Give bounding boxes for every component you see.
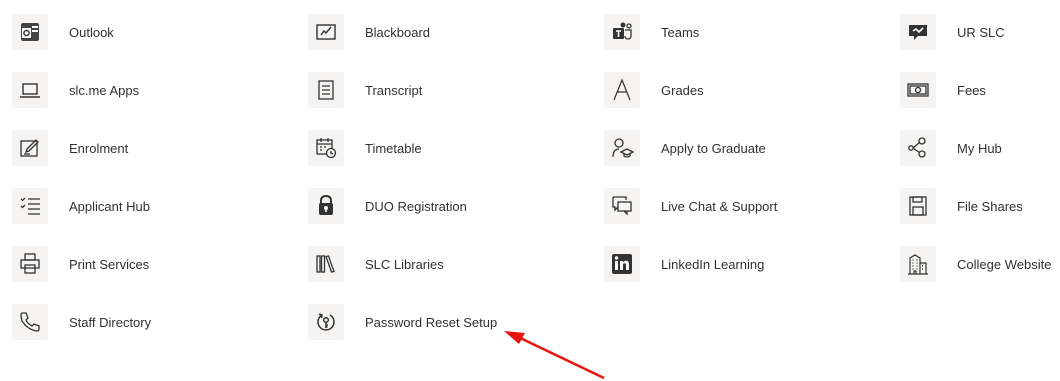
app-label: Fees bbox=[957, 82, 986, 98]
app-tile-apply-to-graduate[interactable]: Apply to Graduate bbox=[604, 128, 766, 168]
save-icon bbox=[900, 188, 936, 224]
app-label: Grades bbox=[661, 82, 704, 98]
hub-icon bbox=[900, 130, 936, 166]
app-label: DUO Registration bbox=[365, 198, 467, 214]
app-tile-duo-registration[interactable]: DUO Registration bbox=[308, 186, 467, 226]
app-tile-enrolment[interactable]: Enrolment bbox=[12, 128, 128, 168]
app-label: Enrolment bbox=[69, 140, 129, 156]
app-label: slc.me Apps bbox=[69, 82, 140, 98]
app-label: Applicant Hub bbox=[69, 198, 150, 214]
app-tile-applicant-hub[interactable]: Applicant Hub bbox=[12, 186, 150, 226]
app-label: UR SLC bbox=[957, 24, 1005, 40]
app-tile-grades[interactable]: Grades bbox=[604, 70, 704, 110]
library-icon bbox=[308, 246, 344, 282]
chat-icon bbox=[604, 188, 640, 224]
app-label: Outlook bbox=[69, 24, 114, 40]
ur-slc-icon bbox=[900, 14, 936, 50]
app-tile-file-shares[interactable]: File Shares bbox=[900, 186, 1023, 226]
blackboard-icon bbox=[308, 14, 344, 50]
app-tile-staff-directory[interactable]: Staff Directory bbox=[12, 302, 151, 342]
laptop-icon bbox=[12, 72, 48, 108]
app-tile-blackboard[interactable]: Blackboard bbox=[308, 12, 430, 52]
password-reset-icon bbox=[308, 304, 344, 340]
app-tile-password-reset-setup[interactable]: Password Reset Setup bbox=[308, 302, 497, 342]
app-label: Live Chat & Support bbox=[661, 198, 778, 214]
money-icon bbox=[900, 72, 936, 108]
app-label: File Shares bbox=[957, 198, 1023, 214]
app-label: Password Reset Setup bbox=[365, 314, 498, 330]
app-label: Timetable bbox=[365, 140, 422, 156]
app-label: Teams bbox=[661, 24, 700, 40]
app-tile-timetable[interactable]: Timetable bbox=[308, 128, 422, 168]
app-label: My Hub bbox=[957, 140, 1002, 156]
app-label: Transcript bbox=[365, 82, 423, 98]
app-tile-my-hub[interactable]: My Hub bbox=[900, 128, 1002, 168]
app-tile-live-chat-support[interactable]: Live Chat & Support bbox=[604, 186, 777, 226]
grades-icon bbox=[604, 72, 640, 108]
graduate-icon bbox=[604, 130, 640, 166]
app-tile-college-website[interactable]: College Website bbox=[900, 244, 1051, 284]
lock-icon bbox=[308, 188, 344, 224]
app-tile-transcript[interactable]: Transcript bbox=[308, 70, 422, 110]
app-label: LinkedIn Learning bbox=[661, 256, 765, 272]
app-label: Staff Directory bbox=[69, 314, 152, 330]
printer-icon bbox=[12, 246, 48, 282]
app-tile-fees[interactable]: Fees bbox=[900, 70, 986, 110]
transcript-icon bbox=[308, 72, 344, 108]
app-tile-print-services[interactable]: Print Services bbox=[12, 244, 149, 284]
teams-icon bbox=[604, 14, 640, 50]
app-tile-teams[interactable]: Teams bbox=[604, 12, 699, 52]
app-tile-slc-me-apps[interactable]: slc.me Apps bbox=[12, 70, 139, 110]
app-tile-outlook[interactable]: Outlook bbox=[12, 12, 114, 52]
app-label: SLC Libraries bbox=[365, 256, 444, 272]
calendar-clock-icon bbox=[308, 130, 344, 166]
app-label: Blackboard bbox=[365, 24, 431, 40]
phone-icon bbox=[12, 304, 48, 340]
app-tile-ur-slc[interactable]: UR SLC bbox=[900, 12, 1005, 52]
app-label: Apply to Graduate bbox=[661, 140, 766, 156]
app-label: Print Services bbox=[69, 256, 150, 272]
linkedin-icon bbox=[604, 246, 640, 282]
outlook-icon bbox=[12, 14, 48, 50]
app-label: College Website bbox=[957, 256, 1052, 272]
checklist-icon bbox=[12, 188, 48, 224]
building-icon bbox=[900, 246, 936, 282]
edit-form-icon bbox=[12, 130, 48, 166]
app-tile-slc-libraries[interactable]: SLC Libraries bbox=[308, 244, 444, 284]
app-tile-linkedin-learning[interactable]: LinkedIn Learning bbox=[604, 244, 764, 284]
